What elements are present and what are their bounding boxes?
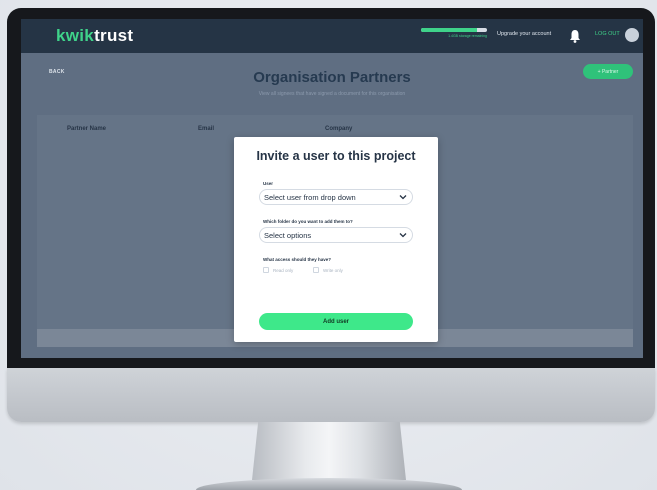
user-select-value: Select user from drop down bbox=[264, 192, 356, 202]
checkbox-box bbox=[313, 267, 319, 273]
storage-meter: 1.4GB storage remaining bbox=[421, 28, 487, 38]
chevron-down-icon bbox=[399, 195, 407, 200]
add-partner-button[interactable]: + Partner bbox=[583, 64, 633, 79]
access-field-label: What access should they have? bbox=[263, 257, 332, 262]
top-nav-bar: kwiktrust 1.4GB storage remaining Upgrad… bbox=[21, 19, 643, 53]
bell-icon[interactable] bbox=[569, 29, 581, 43]
logo-part-kwik: kwik bbox=[56, 26, 95, 45]
brand-logo[interactable]: kwiktrust bbox=[56, 26, 133, 46]
folder-select[interactable]: Select options bbox=[259, 227, 413, 243]
app-screen: kwiktrust 1.4GB storage remaining Upgrad… bbox=[21, 19, 643, 358]
user-select[interactable]: Select user from drop down bbox=[259, 189, 413, 205]
modal-title: Invite a user to this project bbox=[256, 149, 416, 163]
avatar[interactable] bbox=[625, 28, 639, 42]
folder-field-label: Which folder do you want to add them to? bbox=[263, 219, 353, 224]
write-only-checkbox[interactable]: Write only bbox=[313, 267, 343, 273]
monitor-stand-neck bbox=[252, 422, 406, 480]
storage-bar bbox=[421, 28, 487, 32]
read-only-checkbox[interactable]: Read only bbox=[263, 267, 293, 273]
checkbox-box bbox=[263, 267, 269, 273]
storage-bar-fill bbox=[421, 28, 478, 32]
column-header-email: Email bbox=[198, 126, 215, 132]
folder-select-value: Select options bbox=[264, 230, 312, 240]
read-only-label: Read only bbox=[273, 267, 294, 273]
upgrade-account-link[interactable]: Upgrade your account bbox=[497, 31, 551, 37]
column-header-company: Company bbox=[325, 126, 353, 132]
chevron-down-icon bbox=[399, 233, 407, 238]
monitor-chin bbox=[7, 368, 655, 422]
add-user-button[interactable]: Add user bbox=[259, 313, 413, 330]
column-header-partner-name: Partner Name bbox=[67, 126, 107, 132]
storage-label: 1.4GB storage remaining bbox=[448, 34, 487, 38]
user-field-label: User bbox=[263, 181, 274, 186]
invite-user-modal: Invite a user to this project User Selec… bbox=[234, 137, 438, 342]
logout-button[interactable]: LOG OUT bbox=[595, 31, 620, 37]
page-subtitle: View all signees that have signed a docu… bbox=[258, 91, 406, 97]
page-title: Organisation Partners bbox=[253, 69, 411, 86]
logo-part-trust: trust bbox=[94, 26, 134, 45]
write-only-label: Write only bbox=[323, 267, 343, 273]
